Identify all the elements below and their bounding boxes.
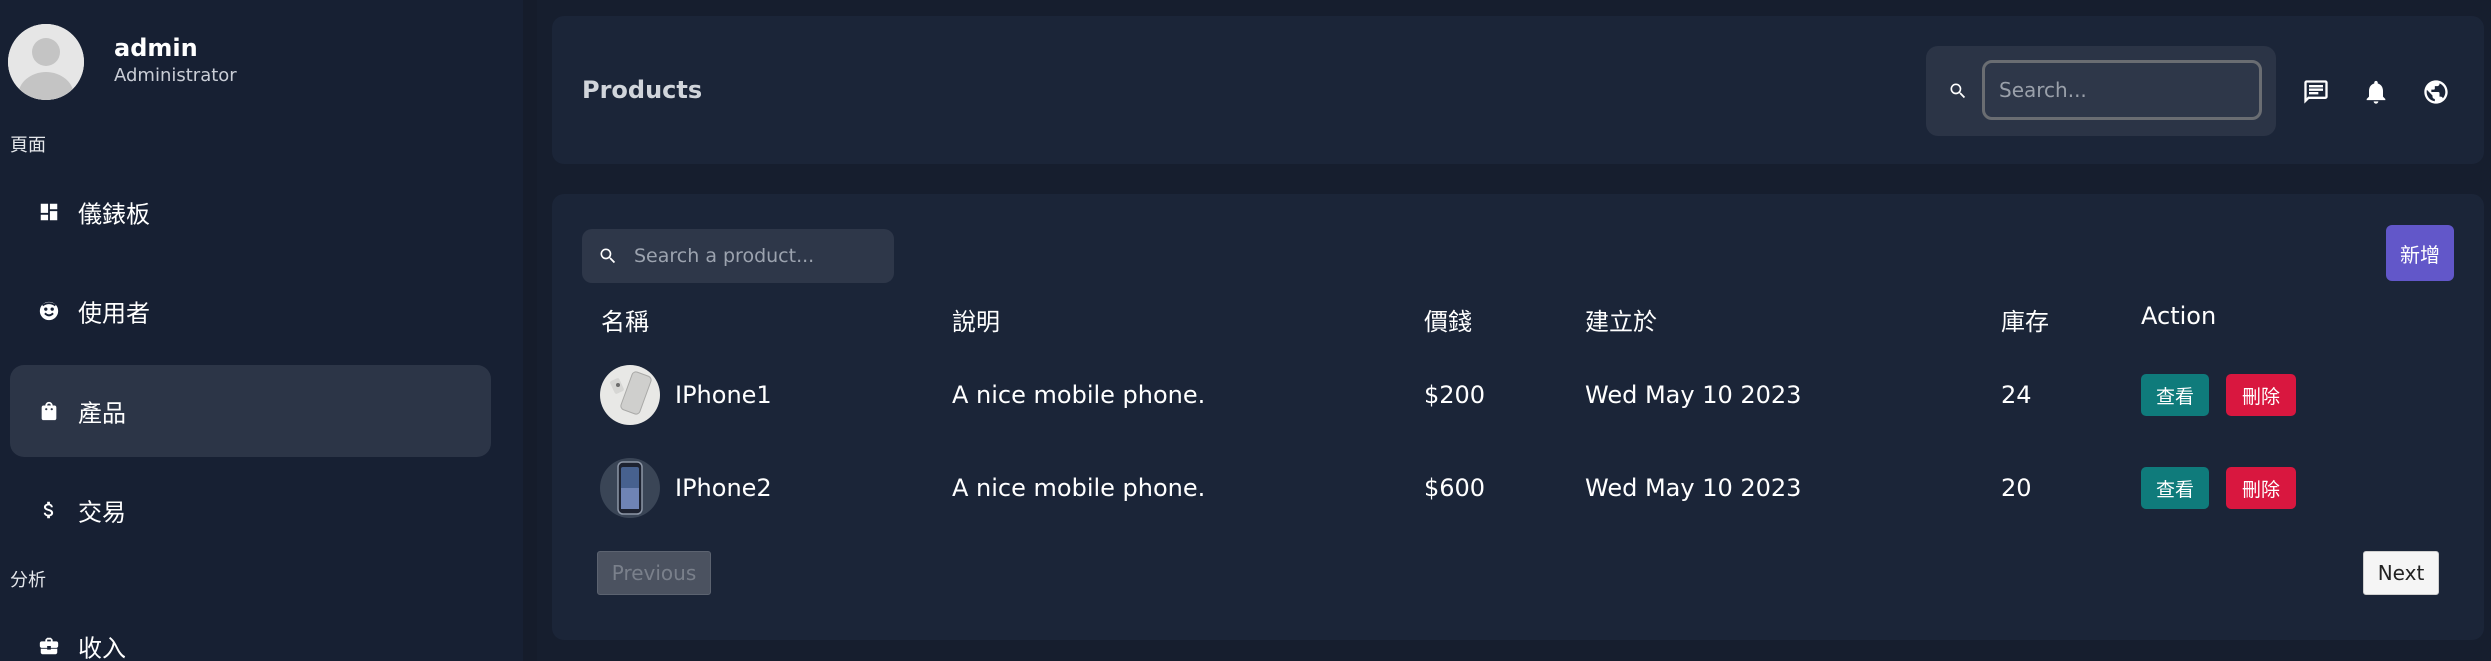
next-page-button[interactable]: Next xyxy=(2363,551,2439,595)
header-search-box xyxy=(1926,46,2276,136)
sidebar: admin Administrator 頁面 儀錶板 使用者 產品 交易 分析 … xyxy=(0,0,523,661)
dashboard-icon xyxy=(38,201,60,223)
bell-icon[interactable] xyxy=(2362,78,2390,106)
delete-button[interactable]: 刪除 xyxy=(2226,467,2296,509)
product-search-box xyxy=(582,229,894,283)
product-description: A nice mobile phone. xyxy=(952,474,1206,502)
product-price: $600 xyxy=(1424,474,1486,502)
dollar-icon xyxy=(38,499,60,521)
sidebar-item-users[interactable]: 使用者 xyxy=(10,265,491,357)
chat-icon[interactable] xyxy=(2302,78,2330,106)
sidebar-item-dashboard[interactable]: 儀錶板 xyxy=(10,166,491,258)
shopping-bag-icon xyxy=(38,400,60,422)
avatar[interactable] xyxy=(8,24,84,100)
table-row: IPhone1 A nice mobile phone. $200 Wed Ma… xyxy=(552,355,2484,435)
sidebar-item-label: 交易 xyxy=(78,498,126,527)
product-price: $200 xyxy=(1424,381,1486,409)
product-name: IPhone1 xyxy=(675,381,772,409)
column-header-stock[interactable]: 庫存 xyxy=(2001,302,2049,337)
face-icon xyxy=(38,300,60,322)
product-created-date: Wed May 10 2023 xyxy=(1585,381,1802,409)
column-header-description[interactable]: 說明 xyxy=(952,302,1000,337)
view-button[interactable]: 查看 xyxy=(2141,467,2209,509)
sidebar-item-products[interactable]: 產品 xyxy=(10,365,491,457)
column-header-price[interactable]: 價錢 xyxy=(1424,302,1472,337)
column-header-name[interactable]: 名稱 xyxy=(601,302,649,337)
column-header-created[interactable]: 建立於 xyxy=(1585,302,1657,337)
section-label-pages: 頁面 xyxy=(10,135,46,156)
product-stock: 20 xyxy=(2001,474,2032,502)
header-search-input[interactable] xyxy=(1982,60,2262,120)
user-avatar-icon xyxy=(8,24,84,100)
search-icon xyxy=(1948,81,1968,101)
product-created-date: Wed May 10 2023 xyxy=(1585,474,1802,502)
globe-icon[interactable] xyxy=(2422,78,2450,106)
user-role: Administrator xyxy=(114,65,237,86)
sidebar-item-revenue[interactable]: 收入 xyxy=(10,600,491,661)
sidebar-item-label: 產品 xyxy=(78,399,126,428)
sidebar-item-transactions[interactable]: 交易 xyxy=(10,464,491,556)
table-row: IPhone2 A nice mobile phone. $600 Wed Ma… xyxy=(552,448,2484,528)
delete-button[interactable]: 刪除 xyxy=(2226,374,2296,416)
page-title: Products xyxy=(582,76,703,104)
section-label-analytics: 分析 xyxy=(10,570,46,591)
user-profile: admin Administrator xyxy=(0,0,523,130)
products-card: 新增 名稱 說明 價錢 建立於 庫存 Action IPhone1 A nice… xyxy=(552,194,2484,640)
user-name: admin xyxy=(114,34,198,62)
briefcase-icon xyxy=(38,635,60,657)
product-description: A nice mobile phone. xyxy=(952,381,1206,409)
product-thumbnail xyxy=(600,458,660,518)
sidebar-item-label: 收入 xyxy=(78,634,126,661)
sidebar-item-label: 儀錶板 xyxy=(78,200,150,229)
product-name: IPhone2 xyxy=(675,474,772,502)
product-thumbnail xyxy=(600,365,660,425)
product-search-input[interactable] xyxy=(634,229,886,283)
view-button[interactable]: 查看 xyxy=(2141,374,2209,416)
previous-page-button[interactable]: Previous xyxy=(597,551,711,595)
add-product-button[interactable]: 新增 xyxy=(2386,225,2454,281)
search-icon xyxy=(598,246,618,266)
product-stock: 24 xyxy=(2001,381,2032,409)
column-header-action: Action xyxy=(2141,302,2217,330)
top-header: Products xyxy=(552,16,2484,164)
sidebar-item-label: 使用者 xyxy=(78,299,150,328)
sidebar-divider xyxy=(523,0,537,661)
